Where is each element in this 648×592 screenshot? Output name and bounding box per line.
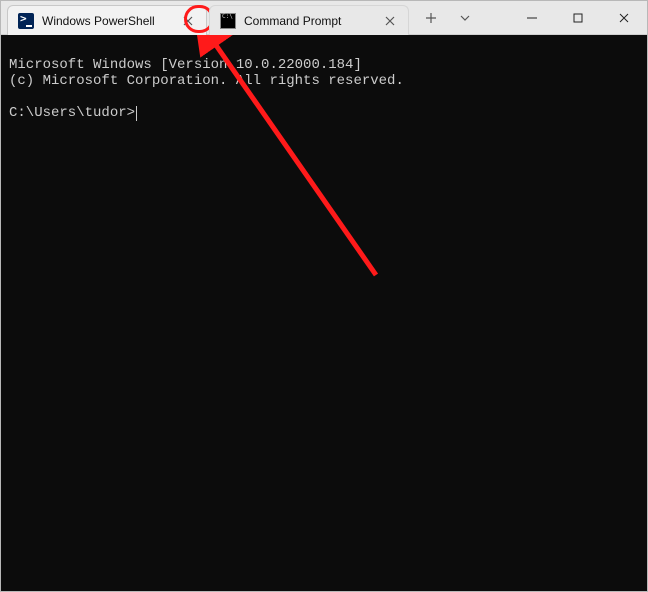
window-controls bbox=[509, 1, 647, 34]
tab-strip: Windows PowerShell Command Prompt bbox=[1, 1, 411, 34]
tab-close-button[interactable] bbox=[380, 11, 400, 31]
tab-close-button[interactable] bbox=[178, 11, 198, 31]
chevron-down-icon bbox=[459, 12, 471, 24]
terminal-line: Microsoft Windows [Version 10.0.22000.18… bbox=[9, 57, 362, 73]
close-icon bbox=[183, 16, 193, 26]
close-icon bbox=[385, 16, 395, 26]
close-icon bbox=[618, 12, 630, 24]
text-cursor bbox=[136, 106, 137, 121]
titlebar[interactable]: Windows PowerShell Command Prompt bbox=[1, 1, 647, 35]
tab-dropdown-button[interactable] bbox=[451, 4, 479, 32]
minimize-button[interactable] bbox=[509, 1, 555, 34]
tab-command-prompt[interactable]: Command Prompt bbox=[209, 5, 409, 35]
minimize-icon bbox=[526, 12, 538, 24]
maximize-button[interactable] bbox=[555, 1, 601, 34]
tab-label: Command Prompt bbox=[244, 14, 372, 28]
terminal-line: (c) Microsoft Corporation. All rights re… bbox=[9, 73, 404, 89]
terminal-window: Windows PowerShell Command Prompt bbox=[0, 0, 648, 592]
terminal-pane[interactable]: Microsoft Windows [Version 10.0.22000.18… bbox=[1, 35, 647, 591]
titlebar-drag-area[interactable] bbox=[479, 1, 509, 34]
cmd-icon bbox=[220, 13, 236, 29]
plus-icon bbox=[425, 12, 437, 24]
tab-powershell[interactable]: Windows PowerShell bbox=[7, 5, 207, 35]
tab-label: Windows PowerShell bbox=[42, 14, 170, 28]
new-tab-button[interactable] bbox=[417, 4, 445, 32]
tab-actions bbox=[411, 1, 479, 34]
window-close-button[interactable] bbox=[601, 1, 647, 34]
powershell-icon bbox=[18, 13, 34, 29]
terminal-prompt: C:\Users\tudor> bbox=[9, 105, 135, 121]
maximize-icon bbox=[572, 12, 584, 24]
